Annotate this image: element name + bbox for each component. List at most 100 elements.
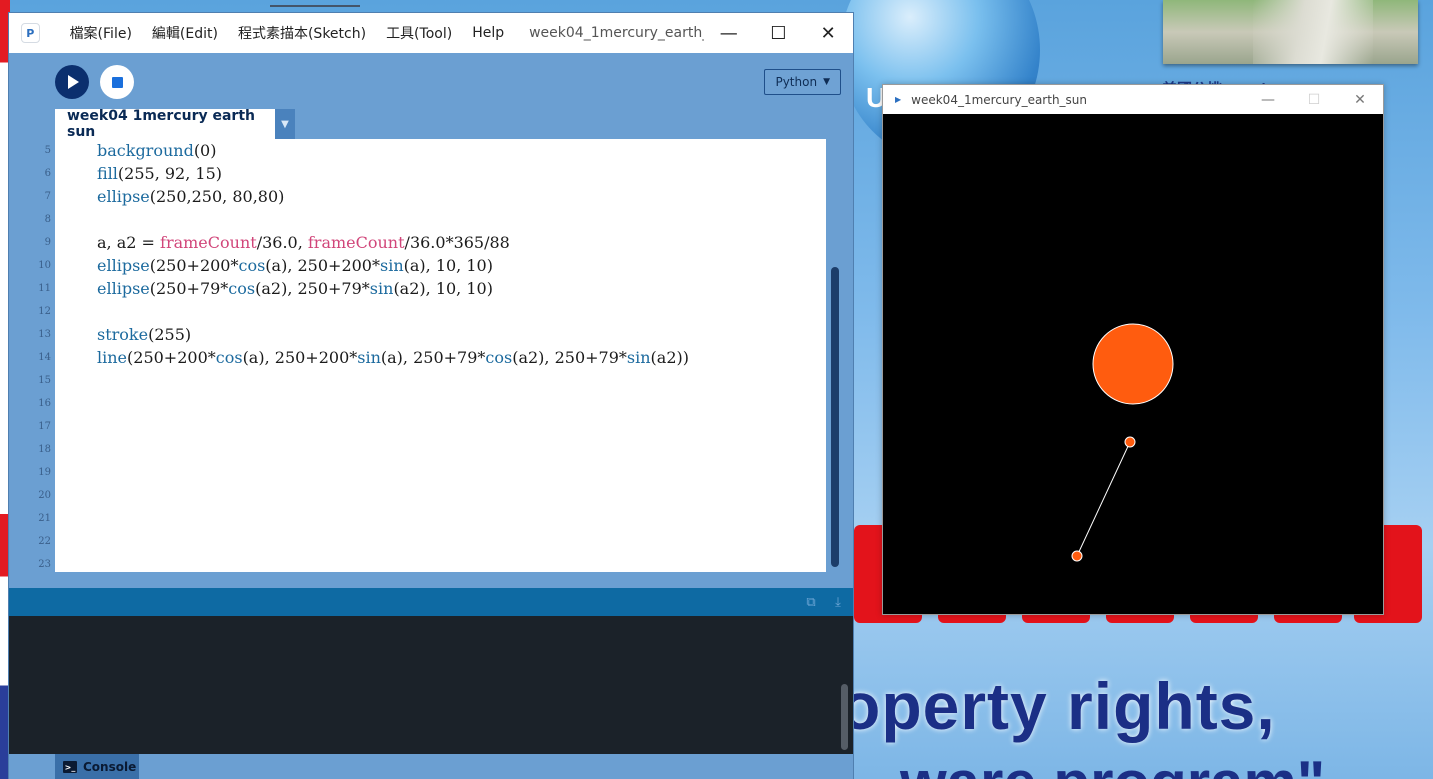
code-token: sin — [357, 348, 381, 367]
play-icon — [68, 75, 79, 89]
code-token: (250+79* — [149, 279, 229, 298]
code-line[interactable]: a, a2 = frameCount/36.0, frameCount/36.0… — [97, 231, 510, 254]
code-token: (a), 10, 10) — [403, 256, 493, 275]
line-number: 14 — [38, 352, 51, 363]
line-number: 20 — [38, 490, 51, 501]
close-button[interactable]: ✕ — [803, 13, 853, 53]
menu-file[interactable]: 檔案(File) — [60, 23, 142, 43]
code-token: a, a2 = — [97, 233, 161, 252]
line-number: 23 — [38, 559, 51, 570]
line-number: 15 — [38, 375, 51, 386]
code-token: (a), 250+79* — [380, 348, 486, 367]
code-token: line — [97, 348, 128, 367]
console-scrollbar[interactable] — [841, 684, 848, 750]
mode-label: Python — [775, 75, 818, 89]
line-number: 18 — [38, 444, 51, 455]
code-line[interactable]: stroke(255) — [97, 323, 191, 346]
line-number: 13 — [38, 329, 51, 340]
line-number: 16 — [38, 398, 51, 409]
code-line[interactable]: fill(255, 92, 15) — [97, 162, 222, 185]
tab-menu-button[interactable]: ▼ — [275, 109, 295, 139]
code-line[interactable]: background(0) — [97, 139, 216, 162]
copy-icon[interactable]: ⧉ — [803, 594, 819, 610]
stop-icon — [111, 76, 123, 88]
mode-selector[interactable]: Python ▼ — [764, 69, 841, 95]
chevron-down-icon: ▼ — [823, 77, 830, 87]
code-token: cos — [215, 348, 243, 367]
stop-button[interactable] — [100, 65, 134, 99]
code-token: ellipse — [97, 279, 150, 298]
line-number: 6 — [44, 168, 51, 179]
app-logo-icon: P — [21, 23, 40, 43]
code-token: sin — [379, 256, 404, 275]
code-token: cos — [238, 256, 266, 275]
maximize-button[interactable]: ☐ — [754, 13, 804, 53]
code-token: (a2), 250+79* — [512, 348, 627, 367]
code-token: (250+200* — [149, 256, 239, 275]
code-token: fill — [97, 164, 118, 183]
code-token: ellipse — [97, 187, 150, 206]
line-number: 12 — [38, 306, 51, 317]
ide-footer: >_ Console — [9, 754, 853, 779]
sketch-titlebar[interactable]: ▶ week04_1mercury_earth_sun — ☐ ✕ — [883, 85, 1383, 114]
code-token: (0) — [193, 141, 217, 160]
sketch-output-window: ▶ week04_1mercury_earth_sun — ☐ ✕ — [882, 84, 1384, 615]
code-token: background — [97, 141, 194, 160]
earth-planet — [1071, 550, 1083, 562]
code-line[interactable]: ellipse(250+200*cos(a), 250+200*sin(a), … — [97, 254, 493, 277]
code-token: sin — [369, 279, 394, 298]
editor-scrollbar-thumb[interactable] — [831, 267, 839, 567]
code-token: (250,250, 80,80) — [149, 187, 285, 206]
run-button[interactable] — [55, 65, 89, 99]
code-token: (250+200* — [127, 348, 216, 367]
sketch-window-title: week04_1mercury_earth_sun — [911, 92, 1088, 107]
line-number: 10 — [38, 260, 51, 271]
window-title: week04_1mercury_earth_s... — [529, 25, 704, 41]
wallpaper-text-2: ware program" — [900, 748, 1325, 779]
minimize-button[interactable]: — — [704, 13, 754, 53]
code-token: ellipse — [97, 256, 150, 275]
sketch-minimize-button[interactable]: — — [1245, 85, 1291, 114]
sketch-maximize-button[interactable]: ☐ — [1291, 85, 1337, 114]
line-number: 22 — [38, 536, 51, 547]
code-token: (a), 250+200* — [242, 348, 358, 367]
code-line[interactable]: line(250+200*cos(a), 250+200*sin(a), 250… — [97, 346, 689, 369]
sun-circle — [1092, 323, 1174, 405]
sketch-canvas[interactable] — [883, 114, 1383, 614]
tab-sketch[interactable]: week04 1mercury earth sun — [55, 108, 275, 140]
menu-edit[interactable]: 編輯(Edit) — [142, 23, 228, 43]
code-line[interactable]: ellipse(250+79*cos(a2), 250+79*sin(a2), … — [97, 277, 493, 300]
code-token: (a2)) — [650, 348, 689, 367]
code-editor: 5 6 7 8 9 10 11 12 13 14 15 16 17 18 19 20 21 22 23 backgr… — [9, 139, 853, 572]
ide-titlebar[interactable]: P 檔案(File) 編輯(Edit) 程式素描本(Sketch) 工具(Too… — [9, 13, 853, 53]
code-token: (a2), 250+79* — [255, 279, 370, 298]
code-token: frameCount — [160, 233, 257, 252]
menu-tool[interactable]: 工具(Tool) — [376, 23, 462, 43]
line-number-gutter: 5 6 7 8 9 10 11 12 13 14 15 16 17 18 19 20 21 22 23 — [9, 139, 55, 572]
console-header: ⧉ ⤓ — [9, 588, 853, 616]
code-line[interactable]: ellipse(250,250, 80,80) — [97, 185, 284, 208]
line-number: 17 — [38, 421, 51, 432]
code-token: (a2), 10, 10) — [393, 279, 493, 298]
code-token: cos — [485, 348, 513, 367]
code-area[interactable]: background(0) fill(255, 92, 15) ellipse(25… — [55, 139, 826, 572]
mercury-planet — [1124, 436, 1136, 448]
code-token: /36.0*365/88 — [404, 233, 510, 252]
console-output[interactable] — [9, 616, 853, 754]
collapse-icon[interactable]: ⤓ — [830, 594, 846, 610]
code-token: cos — [228, 279, 256, 298]
terminal-icon: >_ — [63, 761, 77, 773]
line-number: 7 — [44, 191, 51, 202]
sketch-app-icon: ▶ — [895, 95, 902, 104]
sketch-close-button[interactable]: ✕ — [1337, 85, 1383, 114]
code-token: /36.0, — [256, 233, 308, 252]
menu-sketch[interactable]: 程式素描本(Sketch) — [228, 23, 376, 43]
code-token: (255, 92, 15) — [117, 164, 222, 183]
line-number: 19 — [38, 467, 51, 478]
editor-scrollbar[interactable] — [829, 139, 843, 572]
ide-toolbar: Python ▼ — [9, 53, 853, 109]
line-number: 5 — [44, 145, 51, 156]
menu-help[interactable]: Help — [462, 25, 514, 41]
code-token: sin — [626, 348, 651, 367]
console-tab[interactable]: >_ Console — [55, 754, 139, 779]
